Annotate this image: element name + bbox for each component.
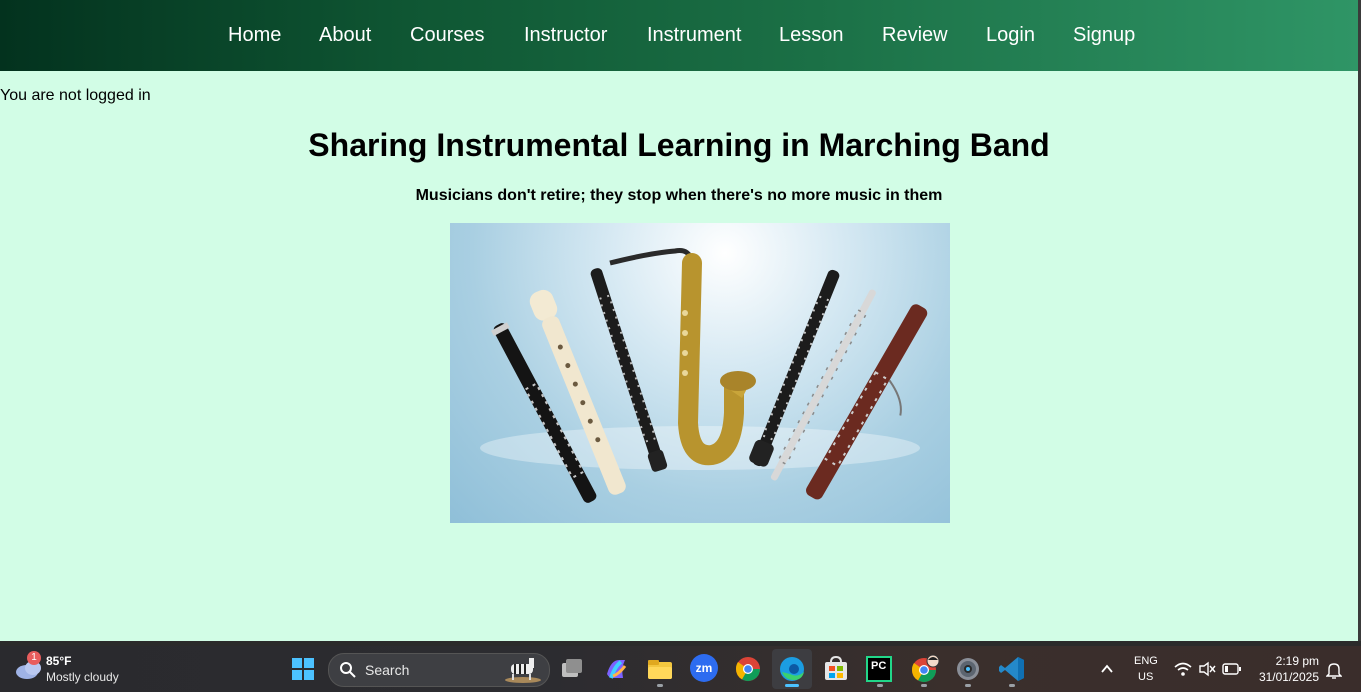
notification-bell-icon[interactable] [1326, 661, 1342, 679]
nav-lesson[interactable]: Lesson [779, 24, 844, 47]
nav-instructor[interactable]: Instructor [524, 24, 607, 47]
windows-start-icon[interactable] [288, 654, 318, 684]
wifi-icon[interactable] [1174, 661, 1192, 677]
page-subtitle: Musicians don't retire; they stop when t… [415, 187, 943, 204]
pycharm-running-indicator [877, 684, 883, 687]
weather-widget[interactable]: 1 85°F Mostly cloudy [0, 646, 130, 692]
task-view-icon[interactable] [557, 654, 587, 684]
clock-date[interactable]: 31/01/2025 [1259, 670, 1319, 684]
vscode-running-indicator [1009, 684, 1015, 687]
chrome-profile-icon[interactable] [909, 654, 939, 684]
edge-icon[interactable] [777, 654, 807, 684]
weather-condition: Mostly cloudy [46, 670, 119, 684]
page-title: Sharing Instrumental Learning in Marchin… [308, 127, 1050, 163]
nav-about[interactable]: About [319, 24, 371, 47]
store-icon[interactable] [821, 654, 851, 684]
main-nav: Home About Courses Instructor Instrument… [0, 0, 1358, 71]
battery-icon[interactable] [1222, 662, 1242, 676]
search-label: Search [365, 662, 410, 678]
settings-running-indicator [965, 684, 971, 687]
file-explorer-icon[interactable] [645, 654, 675, 684]
nav-instrument[interactable]: Instrument [647, 24, 741, 47]
keyboard-layout-indicator[interactable]: US [1138, 671, 1153, 683]
weather-badge: 1 [27, 651, 41, 665]
weather-temperature: 85°F [46, 654, 72, 668]
zoom-icon[interactable]: zm [690, 654, 718, 682]
copilot-icon[interactable] [601, 654, 631, 684]
taskbar-search-box[interactable]: Search [328, 653, 550, 687]
taskbar: 1 85°F Mostly cloudy Search zm PC ENG US… [0, 646, 1361, 692]
language-indicator[interactable]: ENG [1134, 655, 1158, 667]
login-status-text: You are not logged in [0, 87, 151, 104]
chevron-up-icon[interactable] [1100, 662, 1114, 676]
nav-signup[interactable]: Signup [1073, 24, 1135, 47]
woodwind-instruments-image [450, 223, 950, 523]
settings-icon[interactable] [953, 654, 983, 684]
zebra-highlight-icon [505, 658, 541, 683]
nav-login[interactable]: Login [986, 24, 1035, 47]
edge-active-indicator [785, 684, 799, 687]
search-icon [340, 662, 356, 678]
nav-review[interactable]: Review [882, 24, 948, 47]
pycharm-icon[interactable]: PC [866, 656, 892, 682]
chrome-profile-running-indicator [921, 684, 927, 687]
chrome-icon[interactable] [733, 654, 763, 684]
explorer-running-indicator [657, 684, 663, 687]
vscode-icon[interactable] [997, 654, 1027, 684]
browser-page: Home About Courses Instructor Instrument… [0, 0, 1358, 641]
clock-time[interactable]: 2:19 pm [1276, 654, 1319, 668]
nav-home[interactable]: Home [228, 24, 281, 47]
volume-muted-icon[interactable] [1198, 661, 1216, 677]
instruments-illustration [480, 248, 928, 503]
nav-courses[interactable]: Courses [410, 24, 484, 47]
